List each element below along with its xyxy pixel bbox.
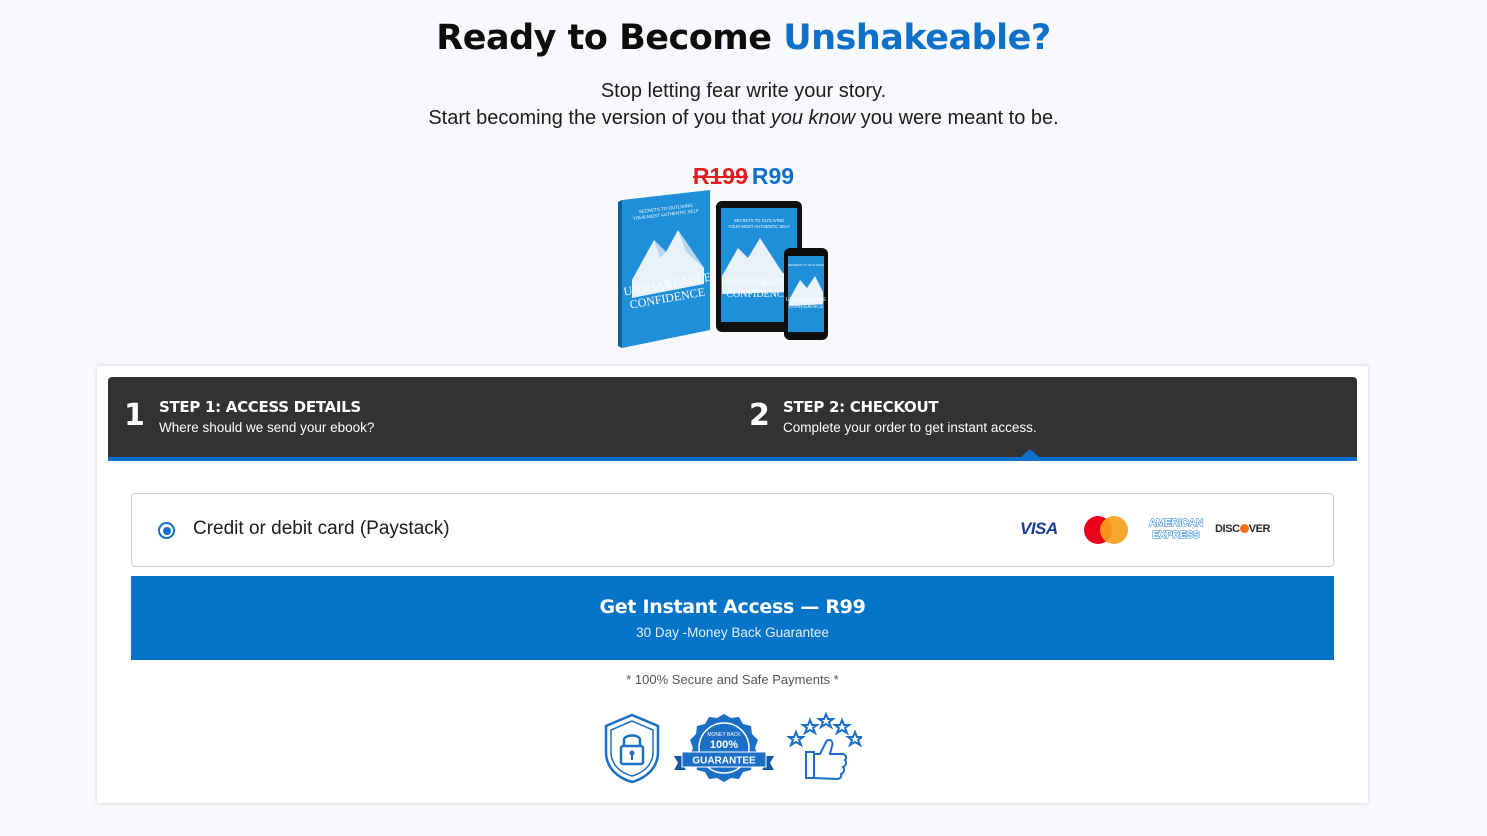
price-display: R199 R99: [0, 163, 1487, 190]
original-price: R199: [692, 163, 748, 189]
tablet-tagline-2: YOUR MOST AUTHENTIC SELF: [728, 224, 790, 229]
card-logos: VISA AMERICAN EXPRESS DISC VER: [1018, 514, 1278, 548]
tablet-title-2: CONFIDENCE: [726, 289, 789, 300]
subheading-emphasis: you know: [770, 107, 856, 129]
subheading-text-end: you were meant to be.: [855, 107, 1059, 129]
seal-arc-text: MONEY BACK: [707, 732, 741, 738]
current-price: R99: [751, 163, 795, 189]
payment-option-label: Credit or debit card (Paystack): [193, 518, 450, 539]
secure-payments-note: * 100% Secure and Safe Payments *: [626, 672, 839, 687]
book-mockup: SECRETS TO OUTLIVING YOUR MOST AUTHENTIC…: [618, 190, 712, 348]
checkout-card: 1 STEP 1: ACCESS DETAILS Where should we…: [97, 366, 1368, 803]
shield-lock-icon: [604, 713, 660, 784]
thumbs-up-stars-icon: [786, 712, 862, 781]
cta-label: Get Instant Access — R99: [599, 596, 866, 618]
payment-radio-selected[interactable]: [158, 522, 175, 539]
subheading-text: Start becoming the version of you that: [428, 107, 771, 129]
subheading-line-2: Start becoming the version of you that y…: [0, 107, 1487, 130]
step-2-checkout[interactable]: 2 STEP 2: CHECKOUT Complete your order t…: [732, 377, 1357, 457]
payment-option-card[interactable]: Credit or debit card (Paystack) VISA AME…: [131, 493, 1334, 567]
discover-logo-icon: DISC VER: [1215, 523, 1271, 535]
discover-text-b: VER: [1248, 523, 1271, 535]
discover-text-a: DISC: [1215, 523, 1240, 535]
product-mockup-image: SECRETS TO OUTLIVING YOUR MOST AUTHENTIC…: [612, 188, 832, 352]
money-back-guarantee-seal-icon: MONEY BACK 100% GUARANTEE: [674, 714, 774, 782]
phone-title-1: UNSHAKEABLE: [786, 297, 827, 303]
visa-logo-icon: VISA: [1020, 519, 1058, 538]
phone-title-2: CONFIDENCE: [789, 304, 824, 310]
tablet-title-1: UNSHAKEABLE: [721, 277, 795, 288]
get-instant-access-button[interactable]: Get Instant Access — R99 30 Day -Money B…: [131, 576, 1334, 660]
amex-logo-icon: AMERICAN EXPRESS: [1144, 517, 1208, 542]
phone-tagline: SECRETS TO OUTLIVING: [788, 263, 825, 267]
cta-sublabel: 30 Day -Money Back Guarantee: [636, 625, 829, 640]
step-1-description: Where should we send your ebook?: [159, 420, 375, 435]
active-step-pointer-icon: [1021, 449, 1039, 457]
seal-percent-text: 100%: [710, 739, 738, 751]
phone-mockup: SECRETS TO OUTLIVING UNSHAKEABLE CONFIDE…: [784, 248, 828, 340]
tablet-tagline-1: SECRETS TO OUTLIVING: [734, 218, 784, 223]
headline-accent: Unshakeable?: [783, 18, 1051, 58]
amex-line-2: EXPRESS: [1152, 529, 1201, 542]
step-1-number: 1: [124, 398, 145, 433]
checkout-steps-bar: 1 STEP 1: ACCESS DETAILS Where should we…: [108, 377, 1357, 461]
step-1-access-details[interactable]: 1 STEP 1: ACCESS DETAILS Where should we…: [108, 377, 732, 457]
mastercard-logo-icon: [1084, 516, 1130, 544]
subheading-line-1: Stop letting fear write your story.: [600, 80, 887, 102]
headline-prefix: Ready to Become: [436, 18, 784, 58]
trust-badges: MONEY BACK 100% GUARANTEE: [602, 712, 862, 788]
step-1-title: STEP 1: ACCESS DETAILS: [159, 398, 361, 416]
step-2-description: Complete your order to get instant acces…: [783, 420, 1037, 435]
amex-line-1: AMERICAN: [1148, 517, 1204, 530]
page-headline: Ready to Become Unshakeable?: [0, 18, 1487, 58]
step-2-title: STEP 2: CHECKOUT: [783, 398, 939, 416]
step-2-number: 2: [749, 398, 770, 433]
discover-dot-icon: [1239, 524, 1249, 533]
seal-ribbon-text: GUARANTEE: [692, 756, 756, 767]
